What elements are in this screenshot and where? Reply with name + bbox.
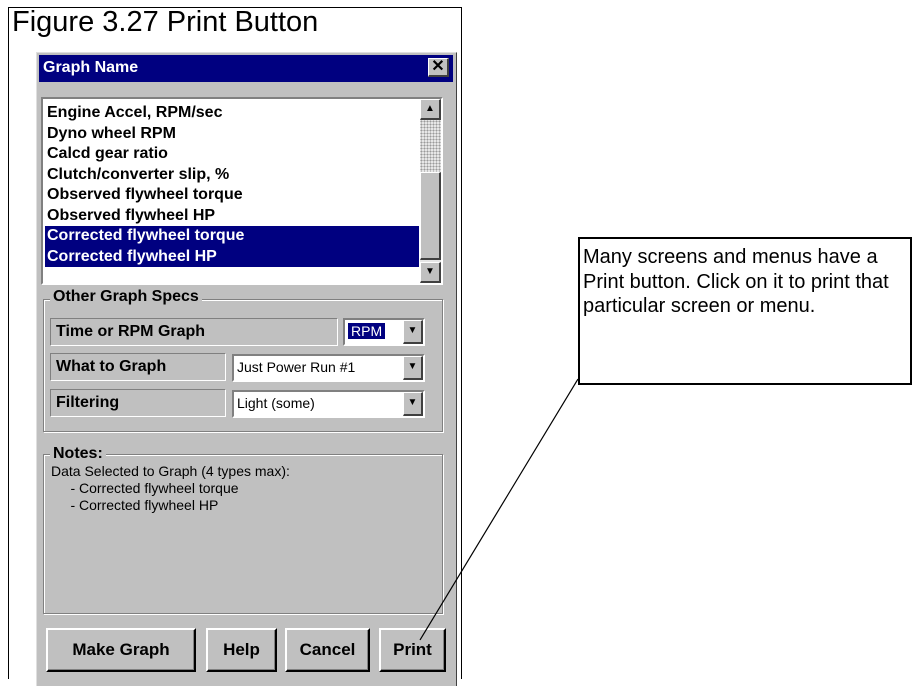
callout-leader (419, 378, 579, 641)
callout-box: Many screens and menus have a Print butt… (578, 237, 912, 385)
